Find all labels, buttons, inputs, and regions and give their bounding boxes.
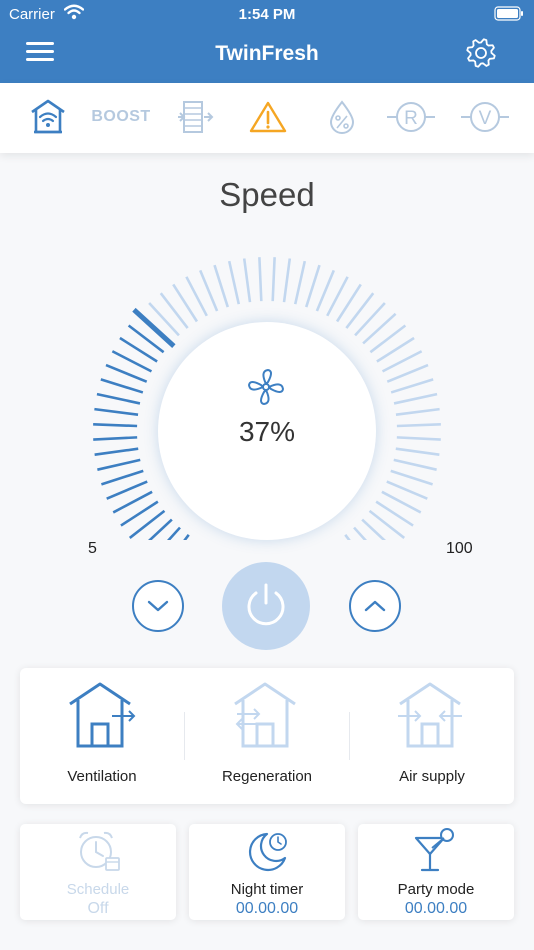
v-icon: V: [461, 102, 509, 132]
speed-dial-tick: [396, 423, 441, 428]
mode-ventilation[interactable]: Ventilation: [20, 668, 184, 804]
home-wifi-button[interactable]: [26, 97, 70, 137]
app-header: Carrier 1:54 PM TwinFresh: [0, 0, 534, 83]
humidity-icon: [329, 100, 355, 134]
night-timer-label: Night timer: [230, 881, 304, 898]
speed-dial-tick: [393, 392, 438, 405]
speed-dial-tick: [395, 407, 440, 416]
status-bar: Carrier 1:54 PM: [0, 0, 534, 30]
speed-dial-tick: [94, 407, 139, 416]
speed-dial-tick: [227, 260, 241, 305]
power-button[interactable]: [222, 562, 310, 650]
schedule-label: Schedule: [66, 881, 130, 898]
speed-dial-tick: [354, 302, 386, 337]
speed-dial-tick: [183, 534, 190, 540]
chevron-down-icon: [147, 600, 169, 612]
speed-dial-tick: [198, 269, 219, 312]
warning-icon: [249, 101, 287, 133]
speed-dial-marker: [132, 307, 176, 348]
house-arrows-in-icon: [398, 682, 462, 748]
r-label: R: [404, 108, 418, 129]
speed-dial-tick: [293, 260, 307, 305]
speed-dial-tick: [94, 447, 139, 456]
speed-up-button[interactable]: [349, 580, 401, 632]
speed-dial-tick: [100, 378, 144, 394]
night-timer-card[interactable]: Night timer 00.00.00: [189, 824, 345, 920]
speed-dial-tick: [304, 264, 321, 308]
speed-dial-tick: [96, 392, 141, 405]
speed-dial-tick: [213, 264, 230, 308]
speed-dial-tick: [390, 469, 434, 486]
mode-label-ventilation: Ventilation: [67, 768, 137, 785]
speed-dial-tick: [93, 436, 138, 441]
speed-dial-tick: [362, 312, 397, 345]
status-time: 1:54 PM: [238, 6, 296, 23]
warning-button[interactable]: [246, 97, 290, 137]
mode-label-regeneration: Regeneration: [221, 768, 313, 785]
schedule-value: Off: [87, 900, 109, 917]
chevron-up-icon: [364, 600, 386, 612]
alarm-clock-icon: [79, 831, 120, 871]
cocktail-icon: [414, 828, 454, 872]
v-label: V: [479, 108, 492, 129]
house-arrows-both-icon: [234, 682, 296, 748]
speed-dial-tick: [361, 518, 387, 540]
speed-dial-tick: [386, 363, 429, 383]
speed-dial-tick: [258, 257, 263, 302]
speed-dial-tick: [100, 469, 144, 486]
speed-dial-tick: [315, 269, 336, 312]
mode-divider: [184, 712, 185, 760]
r-mode-button[interactable]: R: [386, 97, 436, 137]
schedule-card[interactable]: Schedule Off: [20, 824, 176, 920]
fan-icon: [248, 369, 284, 405]
filter-button[interactable]: [172, 97, 216, 137]
speed-max-label: 100: [446, 540, 473, 557]
mode-label-air-supply: Air supply: [399, 768, 465, 785]
party-mode-card[interactable]: Party mode 00.00.00: [358, 824, 514, 920]
speed-dial-tick: [105, 363, 148, 383]
filter-icon: [178, 101, 214, 133]
speed-dial-tick: [396, 436, 441, 441]
speed-dial-tick: [344, 534, 351, 540]
mode-regeneration[interactable]: Regeneration: [185, 668, 349, 804]
house-arrow-out-icon: [69, 682, 136, 748]
power-icon: [247, 583, 285, 626]
speed-dial-tick: [393, 458, 437, 471]
speed-min-label: 5: [88, 540, 97, 557]
mode-toolbar: BOOST R V: [0, 83, 534, 153]
ventilation-mode-card: Ventilation Regeneration Air supply: [20, 668, 514, 804]
boost-button[interactable]: BOOST: [91, 97, 151, 137]
speed-dial-tick: [97, 458, 141, 471]
mode-divider: [349, 712, 350, 760]
speed-dial-tick: [390, 378, 434, 394]
party-mode-label: Party mode: [397, 881, 475, 898]
speed-percentage: 37%: [238, 416, 296, 447]
speed-down-button[interactable]: [132, 580, 184, 632]
speed-dial-tick: [271, 257, 276, 302]
mode-air-supply[interactable]: Air supply: [350, 668, 514, 804]
night-timer-value: 00.00.00: [235, 900, 299, 917]
boost-label: BOOST: [91, 108, 151, 125]
home-wifi-icon: [31, 99, 65, 134]
speed-dial-tick: [282, 258, 292, 303]
party-mode-value: 00.00.00: [404, 900, 468, 917]
gear-icon[interactable]: [464, 36, 498, 70]
humidity-button[interactable]: [320, 97, 364, 137]
speed-dial-tick: [395, 447, 440, 456]
speed-dial-tick: [147, 518, 173, 540]
speed-dial-tick: [106, 480, 148, 500]
r-icon: R: [387, 102, 435, 132]
v-mode-button[interactable]: V: [460, 97, 510, 137]
speed-title: Speed: [219, 176, 315, 213]
app-title: TwinFresh: [215, 42, 319, 65]
speed-dial-tick: [386, 480, 428, 500]
speed-dial-tick: [93, 423, 138, 428]
battery-icon: [494, 6, 523, 21]
speed-dial-tick: [242, 258, 252, 303]
moon-clock-icon: [248, 832, 287, 872]
